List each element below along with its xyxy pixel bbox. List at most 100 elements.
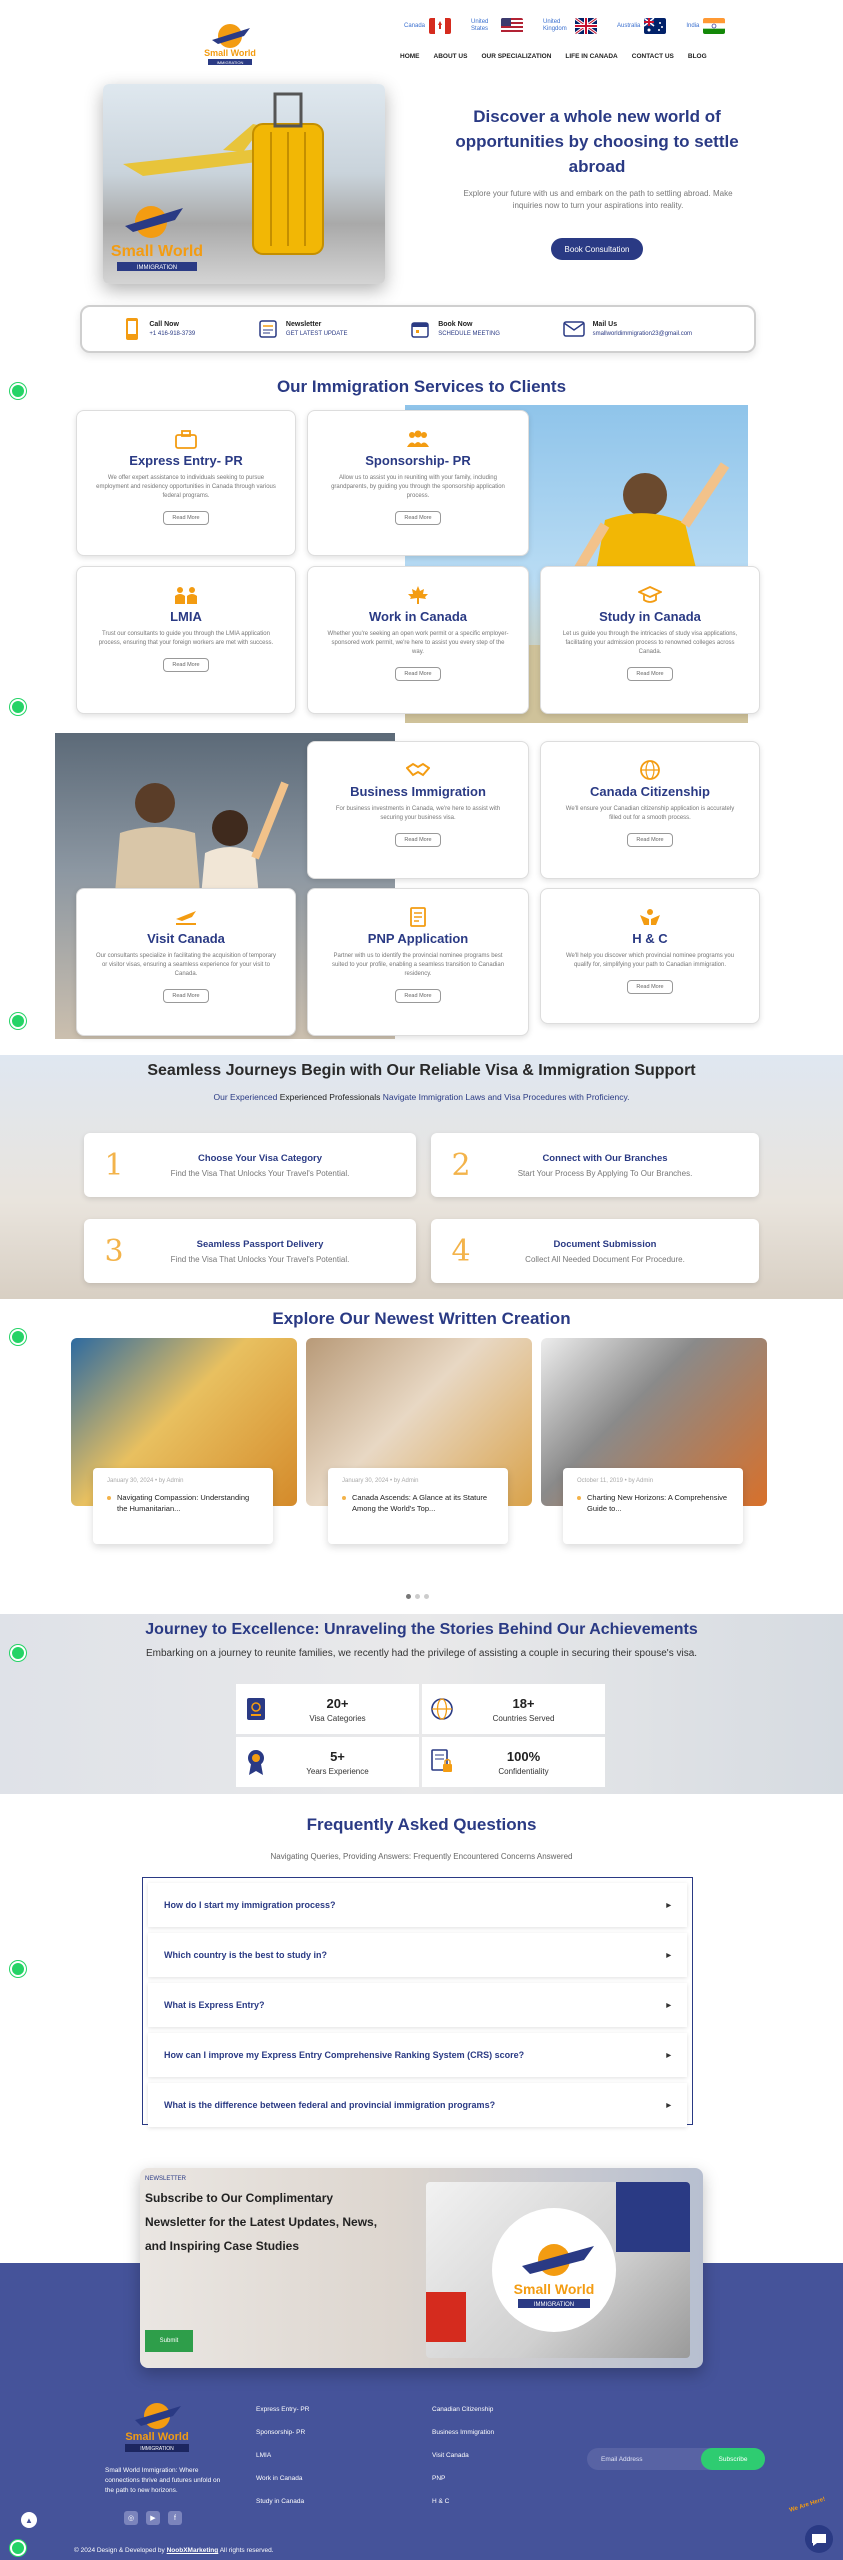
footer-link[interactable]: Sponsorship- PR	[256, 2429, 309, 2436]
copyright-prefix: © 2024 Design & Developed by	[74, 2547, 165, 2554]
book-consultation-button[interactable]: Book Consultation	[551, 238, 643, 260]
nav-home[interactable]: HOME	[400, 53, 420, 60]
footer-logo[interactable]: Small World IMMIGRATION	[117, 2398, 197, 2454]
globe-icon	[640, 760, 660, 780]
footer-link[interactable]: LMIA	[256, 2452, 309, 2459]
whatsapp-icon[interactable]	[10, 383, 26, 399]
faq-item[interactable]: How can I improve my Express Entry Compr…	[148, 2033, 687, 2077]
service-card-hc[interactable]: H & C We'll help you discover which prov…	[540, 888, 760, 1024]
copyright: © 2024 Design & Developed by NoobXMarket…	[74, 2547, 274, 2554]
read-more-button[interactable]: Read More	[395, 667, 441, 681]
scroll-top-button[interactable]: ▲	[21, 2512, 37, 2528]
flag-canada[interactable]: Canada	[404, 18, 452, 34]
service-card-lmia[interactable]: LMIA Trust our consultants to guide you …	[76, 566, 296, 714]
mail-us[interactable]: Mail Us smallworldimmigration23@gmail.com	[562, 321, 713, 337]
service-text: We offer expert assistance to individual…	[96, 475, 276, 499]
service-card-visit[interactable]: Visit Canada Our consultants specialize …	[76, 888, 296, 1036]
nav-specialization[interactable]: OUR SPECIALIZATION	[481, 53, 551, 60]
service-title: Work in Canada	[368, 609, 467, 624]
blog-post-title[interactable]: Canada Ascends: A Glance at its Stature …	[342, 1492, 494, 1514]
flag-uk[interactable]: United Kingdom	[543, 18, 598, 34]
blog-card[interactable]: January 30, 2024 • by Admin Canada Ascen…	[306, 1338, 532, 1548]
newsletter-submit-button[interactable]: Submit	[145, 2330, 193, 2352]
call-now[interactable]: Call Now +1 416-918-3739	[123, 317, 195, 341]
carousel-dot[interactable]	[415, 1594, 420, 1599]
chat-widget-button[interactable]	[805, 2525, 833, 2553]
footer-link[interactable]: Express Entry- PR	[256, 2406, 309, 2413]
faq-item[interactable]: What is Express Entry? ▶	[148, 1983, 687, 2027]
service-card-business[interactable]: Business Immigration For business invest…	[307, 741, 529, 879]
footer-link[interactable]: Work in Canada	[256, 2475, 309, 2482]
mail-us-address: smallworldimmigration23@gmail.com	[592, 331, 693, 337]
carousel-dots	[406, 1594, 429, 1599]
brand-tagline: IMMIGRATION	[217, 60, 244, 65]
footer-link[interactable]: Business Immigration	[432, 2429, 494, 2436]
whatsapp-icon[interactable]	[10, 1645, 26, 1661]
service-text: Trust our consultants to guide you throu…	[98, 631, 274, 646]
service-card-pnp[interactable]: PNP Application Partner with us to ident…	[307, 888, 529, 1036]
flag-india[interactable]: India	[686, 18, 726, 34]
service-text: We'll help you discover which provincial…	[565, 953, 735, 968]
read-more-button[interactable]: Read More	[627, 980, 673, 994]
graduation-cap-icon	[638, 586, 662, 603]
carousel-dot[interactable]	[406, 1594, 411, 1599]
blog-post-title[interactable]: Charting New Horizons: A Comprehensive G…	[577, 1492, 729, 1514]
brand-logo[interactable]: Small World IMMIGRATION	[198, 18, 262, 66]
carousel-dot[interactable]	[424, 1594, 429, 1599]
read-more-button[interactable]: Read More	[163, 989, 209, 1003]
read-more-button[interactable]: Read More	[395, 989, 441, 1003]
nav-life-in-canada[interactable]: LIFE IN CANADA	[565, 53, 617, 60]
footer-link[interactable]: Visit Canada	[432, 2452, 494, 2459]
stat-card: 20+ Visa Categories	[236, 1684, 419, 1734]
footer-link[interactable]: PNP	[432, 2475, 494, 2482]
blog-card[interactable]: October 11, 2019 • by Admin Charting New…	[541, 1338, 767, 1548]
nav-about[interactable]: ABOUT US	[434, 53, 468, 60]
whatsapp-icon[interactable]	[10, 2540, 26, 2556]
newsletter-link[interactable]: Newsletter GET LATEST UPDATE	[258, 319, 348, 339]
read-more-button[interactable]: Read More	[395, 511, 441, 525]
footer-email-input[interactable]: Email Address Subscribe	[587, 2448, 765, 2470]
blog-post-title[interactable]: Navigating Compassion: Understanding the…	[107, 1492, 259, 1514]
hero-logo-tagline: IMMIGRATION	[137, 265, 177, 271]
whatsapp-icon[interactable]	[10, 699, 26, 715]
footer-link[interactable]: Canadian Citizenship	[432, 2406, 494, 2413]
footer-link[interactable]: H & C	[432, 2498, 494, 2505]
flag-australia[interactable]: Australia	[617, 18, 667, 34]
youtube-icon[interactable]: ▶	[146, 2511, 160, 2525]
faq-item[interactable]: What is the difference between federal a…	[148, 2083, 687, 2127]
read-more-button[interactable]: Read More	[627, 833, 673, 847]
footer-subscribe-button[interactable]: Subscribe	[701, 2448, 765, 2470]
whatsapp-icon[interactable]	[10, 1329, 26, 1345]
book-now[interactable]: Book Now SCHEDULE MEETING	[410, 319, 500, 339]
flag-usa[interactable]: United States	[471, 18, 524, 34]
blog-card[interactable]: January 30, 2024 • by Admin Navigating C…	[71, 1338, 297, 1548]
step-number: 1	[104, 1147, 124, 1183]
service-card-citizenship[interactable]: Canada Citizenship We'll ensure your Can…	[540, 741, 760, 879]
stat-value: 100%	[506, 1748, 541, 1764]
nav-blog[interactable]: BLOG	[688, 53, 707, 60]
whatsapp-icon[interactable]	[10, 1961, 26, 1977]
read-more-button[interactable]: Read More	[163, 511, 209, 525]
stat-value: 5+	[330, 1748, 345, 1764]
newsletter-image: Small World IMMIGRATION	[426, 2182, 690, 2358]
service-card-sponsorship[interactable]: Sponsorship- PR Allow us to assist you i…	[307, 410, 529, 556]
blog-caption: January 30, 2024 • by Admin Navigating C…	[93, 1468, 273, 1544]
journeys-sub-a: Our Experienced	[213, 1092, 278, 1102]
facebook-icon[interactable]: f	[168, 2511, 182, 2525]
read-more-button[interactable]: Read More	[395, 833, 441, 847]
document-icon	[410, 907, 426, 927]
stat-value: 18+	[512, 1695, 535, 1711]
faq-item[interactable]: Which country is the best to study in? ▶	[148, 1933, 687, 1977]
whatsapp-icon[interactable]	[10, 1013, 26, 1029]
footer-link[interactable]: Study in Canada	[256, 2498, 309, 2505]
faq-item[interactable]: How do I start my immigration process? ▶	[148, 1883, 687, 1927]
service-card-express-entry[interactable]: Express Entry- PR We offer expert assist…	[76, 410, 296, 556]
nav-contact[interactable]: CONTACT US	[632, 53, 674, 60]
stat-card: 5+ Years Experience	[236, 1737, 419, 1787]
developer-link[interactable]: NoobXMarketing	[167, 2547, 219, 2554]
service-card-work[interactable]: Work in Canada Whether you're seeking an…	[307, 566, 529, 714]
read-more-button[interactable]: Read More	[627, 667, 673, 681]
service-card-study[interactable]: Study in Canada Let us guide you through…	[540, 566, 760, 714]
read-more-button[interactable]: Read More	[163, 658, 209, 672]
instagram-icon[interactable]: ◎	[124, 2511, 138, 2525]
